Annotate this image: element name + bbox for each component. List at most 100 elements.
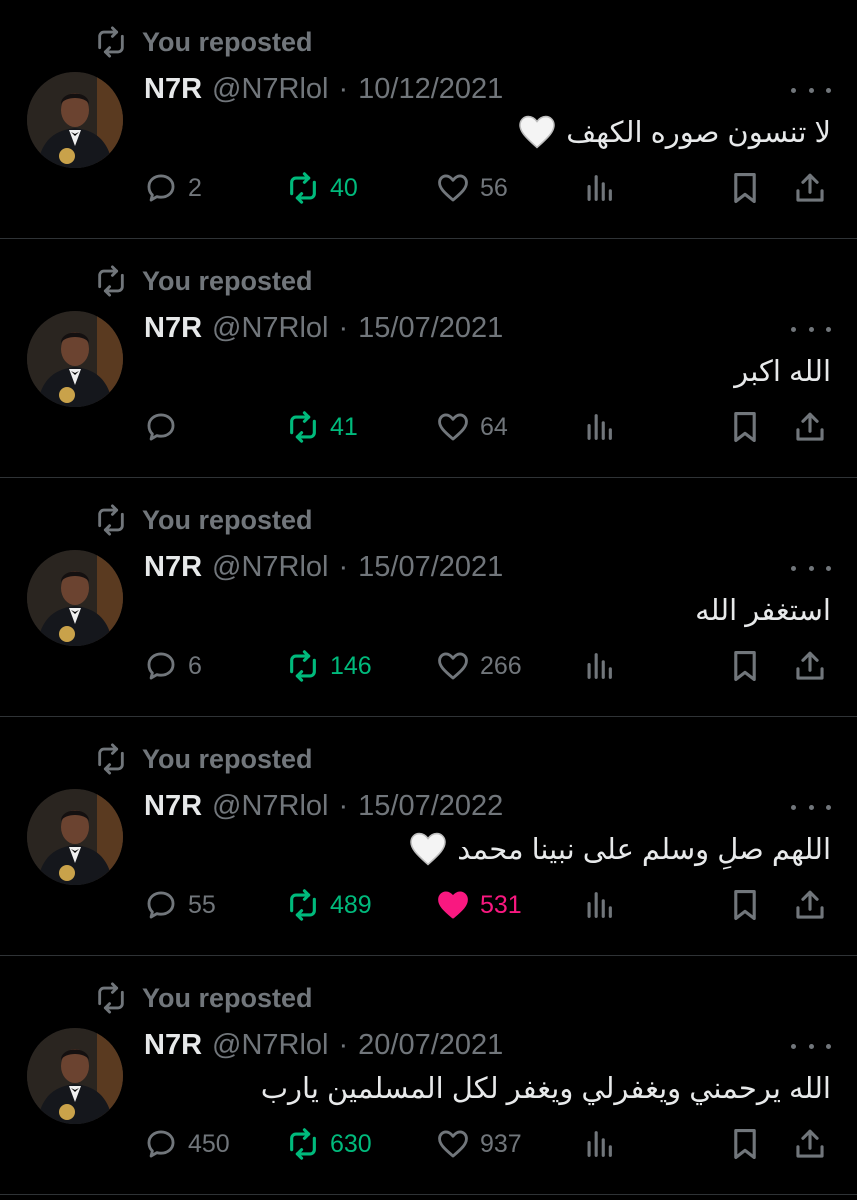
views-icon: [587, 892, 612, 918]
repost-icon: [290, 1128, 316, 1160]
more-icon[interactable]: [791, 1036, 831, 1056]
tweet-date[interactable]: 15/07/2022: [358, 790, 503, 823]
repost-icon: [290, 411, 316, 443]
tweet-text-content: الله يرحمني ويغفرلي ويغفر لكل المسلمين ي…: [260, 1072, 831, 1105]
like-button[interactable]: 64: [436, 403, 508, 451]
repost-button[interactable]: 489: [286, 881, 372, 929]
tweet-date[interactable]: 20/07/2021: [358, 1029, 503, 1062]
share-button[interactable]: [793, 1120, 827, 1168]
reply-icon: [147, 174, 175, 202]
tweet[interactable]: You reposted N7R @N7Rlol · 20/07/2021 ال…: [0, 956, 857, 1195]
repost-button[interactable]: 41: [286, 403, 358, 451]
user-handle[interactable]: @N7Rlol: [212, 312, 328, 345]
repost-count: 489: [330, 890, 372, 919]
separator-dot: ·: [338, 311, 349, 344]
more-icon[interactable]: [791, 80, 831, 100]
repost-context: You reposted: [94, 26, 313, 58]
repost-count: 41: [330, 412, 358, 441]
like-button[interactable]: 56: [436, 164, 508, 212]
tweet-header: N7R @N7Rlol · 15/07/2021: [144, 309, 503, 347]
like-count: 266: [480, 651, 522, 680]
tweet[interactable]: You reposted N7R @N7Rlol · 15/07/2021 اس…: [0, 478, 857, 717]
repost-label: You reposted: [142, 26, 313, 57]
like-button[interactable]: 266: [436, 642, 522, 690]
avatar[interactable]: [27, 789, 123, 885]
views-button[interactable]: [582, 1120, 616, 1168]
avatar[interactable]: [27, 550, 123, 646]
avatar[interactable]: [27, 72, 123, 168]
bookmark-button[interactable]: [728, 164, 762, 212]
avatar[interactable]: [27, 1028, 123, 1124]
tweet[interactable]: You reposted N7R @N7Rlol · 15/07/2021 ال…: [0, 239, 857, 478]
tweet[interactable]: You reposted N7R @N7Rlol · 10/12/2021 لا…: [0, 0, 857, 239]
like-count: 56: [480, 173, 508, 202]
views-button[interactable]: [582, 403, 616, 451]
tweet-text-content: الله اكبر: [734, 355, 831, 388]
user-handle[interactable]: @N7Rlol: [212, 1029, 328, 1062]
display-name[interactable]: N7R: [144, 312, 202, 345]
reply-icon: [147, 413, 175, 441]
repost-icon: [290, 889, 316, 921]
repost-icon: [98, 265, 124, 297]
views-icon: [587, 414, 612, 440]
repost-context: You reposted: [94, 265, 313, 297]
bookmark-button[interactable]: [728, 403, 762, 451]
share-button[interactable]: [793, 164, 827, 212]
reply-count: 450: [188, 1129, 230, 1158]
repost-button[interactable]: 40: [286, 164, 358, 212]
views-button[interactable]: [582, 642, 616, 690]
tweet-text-content: استغفر الله: [695, 594, 831, 627]
timeline-feed: You reposted N7R @N7Rlol · 10/12/2021 لا…: [0, 0, 857, 1200]
repost-context: You reposted: [94, 982, 313, 1014]
repost-button[interactable]: 630: [286, 1120, 372, 1168]
tweet-date[interactable]: 15/07/2021: [358, 312, 503, 345]
share-button[interactable]: [793, 642, 827, 690]
more-icon[interactable]: [791, 797, 831, 817]
share-icon: [796, 412, 824, 441]
display-name[interactable]: N7R: [144, 1029, 202, 1062]
tweet-header: N7R @N7Rlol · 15/07/2021: [144, 548, 503, 586]
display-name[interactable]: N7R: [144, 790, 202, 823]
more-icon[interactable]: [791, 558, 831, 578]
white-heart-emoji: [410, 832, 447, 866]
reply-button[interactable]: 6: [144, 642, 202, 690]
tweet-date[interactable]: 15/07/2021: [358, 551, 503, 584]
tweet-date[interactable]: 10/12/2021: [358, 73, 503, 106]
repost-label: You reposted: [142, 504, 313, 535]
more-icon[interactable]: [791, 319, 831, 339]
repost-icon: [98, 504, 124, 536]
repost-context: You reposted: [94, 504, 313, 536]
share-button[interactable]: [793, 881, 827, 929]
views-icon: [587, 175, 612, 201]
like-icon: [438, 891, 468, 919]
like-button[interactable]: 531: [436, 881, 522, 929]
avatar[interactable]: [27, 311, 123, 407]
views-button[interactable]: [582, 164, 616, 212]
tweet[interactable]: You reposted N7R @N7Rlol · 15/07/2022 ال…: [0, 717, 857, 956]
tweet-text: الله يرحمني ويغفرلي ويغفر لكل المسلمين ي…: [261, 1064, 831, 1112]
bookmark-button[interactable]: [728, 642, 762, 690]
views-button[interactable]: [582, 881, 616, 929]
views-icon: [587, 1131, 612, 1157]
reply-button[interactable]: 55: [144, 881, 216, 929]
display-name[interactable]: N7R: [144, 73, 202, 106]
bookmark-button[interactable]: [728, 1120, 762, 1168]
tweet-text: اللهم صلِ وسلم على نبينا محمد: [409, 825, 831, 873]
bookmark-button[interactable]: [728, 881, 762, 929]
repost-icon: [98, 982, 124, 1014]
share-button[interactable]: [793, 403, 827, 451]
repost-button[interactable]: 146: [286, 642, 372, 690]
reply-button[interactable]: 2: [144, 164, 202, 212]
reply-button[interactable]: 450: [144, 1120, 230, 1168]
like-count: 937: [480, 1129, 522, 1158]
user-handle[interactable]: @N7Rlol: [212, 551, 328, 584]
separator-dot: ·: [338, 550, 349, 583]
reply-button[interactable]: [144, 403, 188, 451]
like-button[interactable]: 937: [436, 1120, 522, 1168]
user-handle[interactable]: @N7Rlol: [212, 790, 328, 823]
display-name[interactable]: N7R: [144, 551, 202, 584]
share-icon: [796, 1129, 824, 1158]
bookmark-icon: [734, 1128, 756, 1160]
user-handle[interactable]: @N7Rlol: [212, 73, 328, 106]
tweet-header: N7R @N7Rlol · 15/07/2022: [144, 787, 503, 825]
